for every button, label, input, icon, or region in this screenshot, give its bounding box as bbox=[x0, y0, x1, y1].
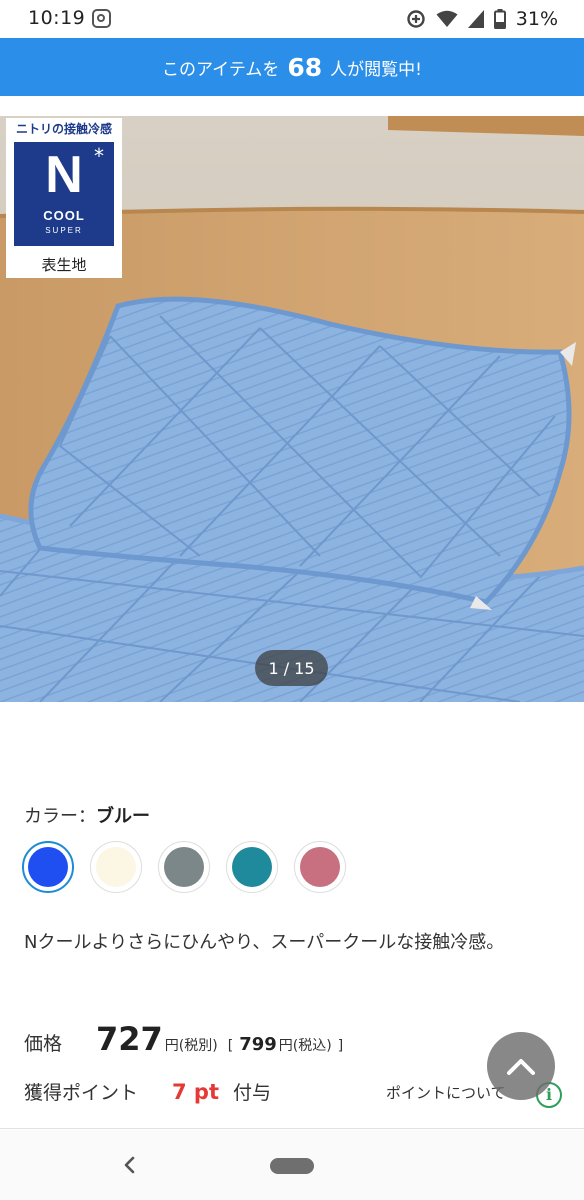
price-unit-incl: 円 bbox=[278, 1038, 293, 1054]
swatch-dot bbox=[232, 847, 272, 887]
color-swatch-teal[interactable] bbox=[226, 841, 278, 893]
divider bbox=[0, 1128, 584, 1129]
color-label-text: カラー： bbox=[24, 806, 96, 827]
signal-icon bbox=[467, 10, 484, 28]
battery-icon bbox=[493, 9, 506, 29]
color-swatch-pink[interactable] bbox=[294, 841, 346, 893]
data-saver-icon bbox=[407, 10, 425, 28]
points-value: 7 pt bbox=[172, 1080, 219, 1104]
price-tax-excluded: (税別) bbox=[178, 1038, 218, 1054]
price-amount: 727 bbox=[96, 1020, 163, 1058]
color-swatch-ivory[interactable] bbox=[90, 841, 142, 893]
logo-super: SUPER bbox=[45, 226, 83, 235]
banner-suffix: 人が閲覧中! bbox=[330, 59, 422, 80]
scroll-to-top-button[interactable] bbox=[487, 1032, 555, 1100]
bracket-open: [ bbox=[227, 1038, 234, 1054]
logo-cool: COOL bbox=[43, 208, 85, 223]
status-icons: 31% bbox=[406, 6, 558, 32]
wifi-icon bbox=[436, 10, 458, 27]
price-tax-included: (税込) bbox=[292, 1038, 332, 1054]
about-points-link[interactable]: ポイントについて bbox=[386, 1082, 506, 1103]
swatch-dot bbox=[96, 847, 136, 887]
banner-prefix: このアイテムを bbox=[162, 59, 280, 80]
points-row: 獲得ポイント 7 pt 付与 bbox=[24, 1078, 271, 1105]
price-label: 価格 bbox=[24, 1033, 63, 1055]
points-label: 獲得ポイント bbox=[24, 1082, 139, 1104]
image-pager: 1 / 15 bbox=[255, 650, 328, 686]
swatch-dot bbox=[164, 847, 204, 887]
home-pill-button[interactable] bbox=[270, 1158, 314, 1174]
points-grant: 付与 bbox=[233, 1082, 272, 1104]
color-label: カラー：ブルー bbox=[24, 802, 150, 828]
status-time: 10:19 bbox=[28, 7, 86, 29]
color-swatch-gray[interactable] bbox=[158, 841, 210, 893]
swatch-dot bbox=[28, 847, 68, 887]
price-amount-incl: 799 bbox=[239, 1034, 277, 1055]
product-description: Nクールよりさらにひんやり、スーパークールな接触冷感。 bbox=[24, 932, 505, 953]
cool-super-badge: ニトリの接触冷感 N * COOL SUPER 表生地 bbox=[6, 118, 122, 278]
chevron-up-icon bbox=[507, 1059, 535, 1075]
status-bar: 10:19 31% bbox=[0, 0, 584, 38]
logo-star: * bbox=[94, 144, 104, 168]
price-row: 価格 727 円 (税別) [ 799 円 (税込) ] bbox=[24, 1020, 343, 1064]
system-nav-bar bbox=[0, 1130, 584, 1200]
color-swatches bbox=[22, 841, 346, 893]
n-cool-super-logo: N * COOL SUPER bbox=[14, 142, 114, 246]
viewers-banner: このアイテムを 68 人が閲覧中! bbox=[0, 38, 584, 96]
bracket-close: ] bbox=[337, 1038, 344, 1054]
back-icon[interactable] bbox=[118, 1150, 140, 1180]
price-unit: 円 bbox=[164, 1038, 179, 1054]
color-swatch-blue[interactable] bbox=[22, 841, 74, 893]
viewer-count: 68 bbox=[287, 52, 323, 82]
selected-color-name: ブルー bbox=[96, 806, 150, 827]
badge-caption: 表生地 bbox=[41, 256, 87, 274]
swatch-dot bbox=[300, 847, 340, 887]
battery-percentage: 31% bbox=[515, 8, 558, 30]
instagram-icon bbox=[92, 9, 111, 28]
badge-title: ニトリの接触冷感 bbox=[15, 122, 112, 136]
